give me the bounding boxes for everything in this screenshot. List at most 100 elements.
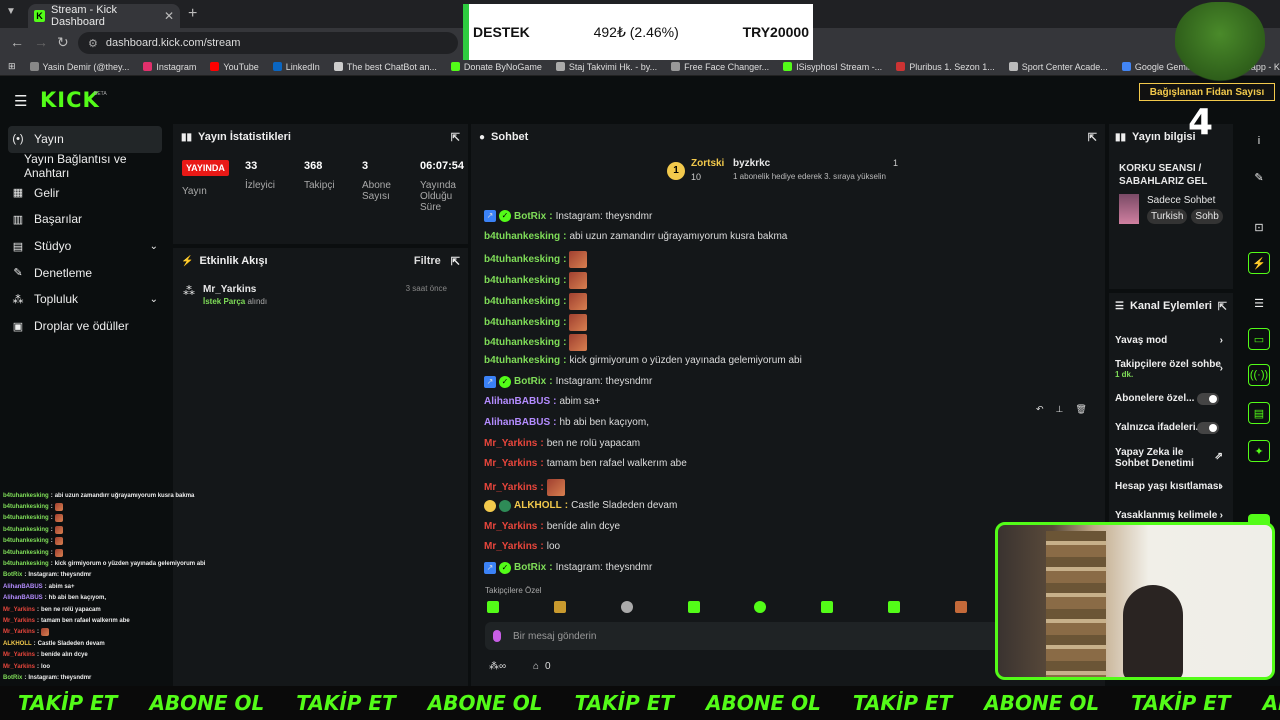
chat-username[interactable]: Mr_Yarkins [484,521,537,532]
site-info-icon[interactable]: ⚙ [88,37,98,50]
filter-button[interactable]: Filtre [414,255,441,267]
emote-icon[interactable] [888,601,901,613]
chat-username[interactable]: b4tuhankesking [484,296,560,307]
chat-message[interactable]: Mr_Yarkins: loo [484,541,560,552]
chevron-down-icon[interactable]: ⌄ [150,294,158,305]
chat-message[interactable]: AlihanBABUS: hb abi ben kaçıyom, [484,417,649,428]
chat-username[interactable]: b4tuhankesking [484,231,560,242]
chat-message[interactable]: AlihanBABUS: abim sa+ [484,396,600,407]
reply-icon[interactable]: ↶ [1036,404,1044,415]
chat-username[interactable]: ALKHOLL [514,500,562,511]
bookmark-item[interactable]: Staj Takvimi Hk. - by... [555,62,657,72]
bookmark-item[interactable]: Instagram [143,62,196,72]
chat-username[interactable]: Mr_Yarkins [484,458,537,469]
chat-message[interactable]: Mr_Yarkins: tamam ben rafael walkerım abe [484,458,687,469]
broadcast-icon[interactable]: ((·)) [1248,364,1270,386]
tab-menu-icon[interactable]: ▼ [6,6,16,17]
store-icon[interactable]: ⌂ [533,661,539,672]
bookmark-item[interactable]: ISisyphosI Stream -... [783,62,882,72]
followers-only-action[interactable]: Takipçilere özel sohbe › 1 dk. [1115,359,1227,379]
emote-icon[interactable] [687,601,700,613]
account-age-action[interactable]: Hesap yaşı kısıtlaması › [1115,481,1227,492]
wrench-icon[interactable]: ✦ [1248,440,1270,462]
nav-item-2[interactable]: Yayın Bağlantısı ve Anahtarı [0,152,170,180]
chevron-down-icon[interactable]: ⌄ [150,241,158,252]
chat-message[interactable]: b4tuhankesking: [484,292,590,310]
chat-message[interactable]: b4tuhankesking: [484,313,590,331]
chat-username[interactable]: Mr_Yarkins [484,482,537,493]
popout-icon[interactable]: ⇱ [1088,131,1097,144]
chat-input[interactable]: Bir mesaj gönderin [485,622,1007,650]
chat-message[interactable]: ↗ ✓ BotRix: Instagram: theysndmr [484,375,652,388]
slow-mode-action[interactable]: Yavaş mod › [1115,335,1227,346]
chat-settings-icon[interactable]: ⁂∞ [489,661,506,672]
menu-icon[interactable]: ☰ [14,92,27,110]
browser-tab[interactable]: K Stream - Kick Dashboard ✕ [28,4,180,28]
bookmark-item[interactable]: Free Face Changer... [671,62,769,72]
chat-username[interactable]: AlihanBABUS [484,417,550,428]
chat-message[interactable]: b4tuhankesking: abi uzun zamandırr uğraya… [484,231,787,242]
tag[interactable]: Sohb [1191,209,1223,224]
nav-item-4[interactable]: ▥ Başarılar [0,206,170,233]
chat-icon[interactable]: ▭ [1248,328,1270,350]
chat-username[interactable]: b4tuhankesking [484,355,560,366]
bookmark-item[interactable]: Donate ByNoGame [450,62,542,72]
chat-username[interactable]: b4tuhankesking [484,275,560,286]
new-tab-icon[interactable]: + [188,5,197,23]
bookmark-item[interactable]: Pluribus 1. Sezon 1... [896,62,995,72]
forward-icon[interactable]: → [34,34,48,50]
nav-item-6[interactable]: ✎ Denetleme [0,259,170,286]
emote-icon[interactable] [553,601,566,613]
nav-item-3[interactable]: ▦ Gelir [0,179,170,206]
chat-message[interactable]: ↗ ✓ BotRix: Instagram: theysndmr [484,210,652,222]
chat-message[interactable]: ↗ ✓ BotRix: Instagram: theysndmr [484,561,652,574]
category-thumbnail[interactable] [1119,194,1139,224]
chat-username[interactable]: BotRix [514,376,546,387]
info-icon[interactable]: i [1248,130,1270,152]
nav-item-8[interactable]: ▣ Droplar ve ödüller [0,313,170,340]
reload-icon[interactable]: ↻ [57,34,69,51]
emotes-only-action[interactable]: Yalnızca ifadeleri... [1115,422,1227,434]
chat-message[interactable]: Mr_Yarkins: beníde alın dcye [484,521,620,532]
chat-message[interactable]: b4tuhankesking: [484,251,590,269]
nav-item-5[interactable]: ▤ Stüdyo ⌄ [0,233,170,260]
pinned-user-1[interactable]: Zortski [691,158,724,169]
bookmark-item[interactable]: The best ChatBot an... [333,62,437,72]
url-field[interactable]: ⚙ dashboard.kick.com/stream [78,32,458,54]
nav-item-1[interactable]: (•) Yayın [8,126,162,153]
nav-item-7[interactable]: ⁂ Topluluk ⌄ [0,286,170,313]
chat-username[interactable]: Mr_Yarkins [484,438,537,449]
back-icon[interactable]: ← [10,34,24,50]
emote-icon[interactable] [620,601,633,613]
subs-only-toggle[interactable] [1197,393,1219,405]
popout-icon[interactable]: ⇱ [1218,300,1227,313]
feed-user[interactable]: Mr_Yarkins [203,284,267,295]
emotes-only-toggle[interactable] [1197,422,1219,434]
chat-message[interactable]: Mr_Yarkins: [484,479,568,497]
chat-username[interactable]: BotRix [514,211,546,222]
emote-picker-icon[interactable] [493,630,501,642]
popout-icon[interactable]: ⇱ [451,255,460,268]
popout-icon[interactable]: ⇱ [451,131,460,144]
apps-icon[interactable]: ⊞ [8,61,16,72]
chat-username[interactable]: b4tuhankesking [484,337,560,348]
bookmark-item[interactable]: LinkedIn [272,62,320,72]
list-icon[interactable]: ☰ [1248,292,1270,314]
tag[interactable]: Turkish [1147,209,1188,224]
storage-icon[interactable]: ▤ [1248,402,1270,424]
pin-icon[interactable]: ⊥ [1056,404,1064,415]
banned-words-action[interactable]: Yasaklanmış kelimele › [1115,510,1227,521]
emote-icon[interactable] [487,601,499,613]
emote-icon[interactable] [954,601,967,613]
bookmark-item[interactable]: YouTube [210,62,259,72]
emote-icon[interactable] [821,601,834,613]
close-tab-icon[interactable]: ✕ [164,9,174,23]
ai-moderation-action[interactable]: Yapay Zeka ile Sohbet Denetimi ⇗ [1115,447,1223,469]
category-name[interactable]: Sadece Sohbet [1147,195,1215,206]
bolt-icon[interactable]: ⚡ [1248,252,1270,274]
emote-icon[interactable] [754,601,767,613]
kick-logo[interactable]: KICK [40,88,100,112]
subs-only-action[interactable]: Abonelere özel... [1115,393,1227,405]
bookmark-item[interactable]: Sport Center Acade... [1008,62,1108,72]
edit-icon[interactable]: ✎ [1248,166,1270,188]
